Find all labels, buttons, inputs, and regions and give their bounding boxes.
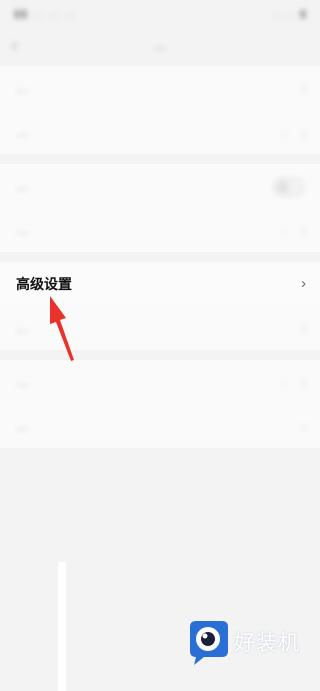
arrow-shape bbox=[50, 296, 74, 361]
watermark-logo-icon bbox=[190, 621, 228, 665]
watermark-text: 好装机 bbox=[234, 631, 300, 655]
red-arrow-annotation bbox=[50, 296, 74, 361]
watermark: 好装机 bbox=[182, 615, 312, 675]
footer-stripe bbox=[58, 562, 66, 691]
